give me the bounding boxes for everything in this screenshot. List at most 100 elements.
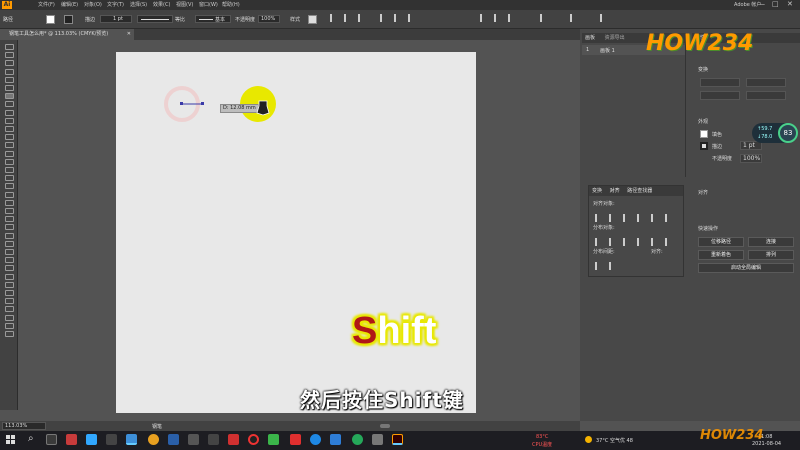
app-icon[interactable] — [352, 434, 363, 445]
tool-button[interactable] — [5, 117, 14, 124]
join-button[interactable]: 连接 — [748, 237, 794, 247]
stroke-swatch[interactable] — [64, 15, 73, 24]
align-icon[interactable] — [344, 14, 353, 22]
fill-color-swatch[interactable] — [700, 130, 708, 138]
align-icon[interactable] — [595, 262, 604, 270]
align-icon[interactable] — [330, 14, 339, 22]
align-icon[interactable] — [665, 214, 674, 222]
brush-definition[interactable]: 基本 — [195, 15, 231, 23]
tool-button[interactable] — [5, 306, 14, 313]
align-icon[interactable] — [651, 238, 660, 246]
align-icon[interactable] — [408, 14, 417, 22]
align-icon[interactable] — [623, 238, 632, 246]
align-icon[interactable] — [665, 238, 674, 246]
stroke-color-swatch[interactable] — [700, 142, 708, 150]
align-icon[interactable] — [595, 214, 604, 222]
tool-button[interactable] — [5, 60, 14, 67]
align-icon[interactable] — [570, 14, 579, 22]
zoom-level-input[interactable]: 113.03% — [2, 422, 46, 430]
tab-transform[interactable]: 变换 — [592, 188, 602, 194]
variable-width-profile[interactable] — [137, 15, 173, 23]
menu-window[interactable]: 窗口(W) — [199, 1, 218, 8]
menu-view[interactable]: 视图(V) — [176, 1, 193, 8]
tab-align[interactable]: 对齐 — [610, 188, 620, 194]
align-icon[interactable] — [651, 214, 660, 222]
wechat-icon[interactable] — [268, 434, 279, 445]
align-icon[interactable] — [394, 14, 403, 22]
tool-button[interactable] — [5, 109, 14, 116]
search-icon[interactable]: ⌕ — [28, 433, 34, 444]
windows-start-icon[interactable] — [6, 435, 16, 445]
fill-swatch[interactable] — [46, 15, 55, 24]
record-icon[interactable] — [248, 434, 259, 445]
tool-button[interactable] — [5, 208, 14, 214]
app-icon[interactable] — [372, 434, 383, 445]
active-app-icon[interactable] — [126, 434, 137, 445]
pen-tool-button[interactable] — [5, 93, 14, 100]
app-icon[interactable] — [168, 434, 179, 445]
tool-button[interactable] — [5, 240, 14, 247]
tool-button[interactable] — [5, 44, 14, 50]
offset-path-button[interactable]: 位移路径 — [698, 237, 744, 247]
menu-file[interactable]: 文件(F) — [38, 1, 55, 8]
tool-button[interactable] — [5, 126, 14, 132]
tool-button[interactable] — [5, 167, 14, 173]
graphic-style-swatch[interactable] — [308, 15, 317, 24]
tool-button[interactable] — [5, 142, 14, 149]
tool-button[interactable] — [5, 265, 14, 272]
align-icon[interactable] — [595, 238, 604, 246]
stroke-weight-input[interactable]: 1 pt — [100, 15, 132, 23]
align-icon[interactable] — [600, 14, 609, 22]
tool-button[interactable] — [5, 183, 14, 190]
align-icon[interactable] — [609, 262, 618, 270]
tab-close-icon[interactable]: ✕ — [127, 29, 131, 40]
tool-button[interactable] — [5, 191, 14, 198]
tab-artboards[interactable]: 画板 — [585, 35, 595, 41]
tool-button[interactable] — [5, 76, 14, 83]
align-icon[interactable] — [358, 14, 367, 22]
w-field[interactable] — [700, 91, 740, 100]
tool-button[interactable] — [5, 331, 14, 337]
edge-icon[interactable] — [310, 434, 321, 445]
menu-select[interactable]: 选择(S) — [130, 1, 147, 8]
menu-edit[interactable]: 编辑(E) — [61, 1, 78, 8]
tool-button[interactable] — [5, 101, 14, 108]
tool-button[interactable] — [5, 290, 14, 296]
minimize-icon[interactable]: — — [758, 0, 765, 8]
tool-button[interactable] — [5, 273, 14, 280]
tool-button[interactable] — [5, 68, 14, 75]
tool-button[interactable] — [5, 249, 14, 255]
h-field[interactable] — [746, 91, 786, 100]
align-icon[interactable] — [609, 238, 618, 246]
app-icon[interactable] — [188, 434, 199, 445]
task-view-icon[interactable] — [46, 434, 57, 445]
x-field[interactable] — [700, 78, 740, 87]
tool-button[interactable] — [5, 216, 14, 223]
tool-button[interactable] — [5, 85, 14, 91]
menu-help[interactable]: 帮助(H) — [222, 1, 240, 8]
y-field[interactable] — [746, 78, 786, 87]
tool-button[interactable] — [5, 199, 14, 206]
close-icon[interactable]: ✕ — [787, 0, 793, 8]
align-icon[interactable] — [637, 214, 646, 222]
app-icon[interactable] — [330, 434, 341, 445]
tool-button[interactable] — [5, 158, 14, 165]
maximize-icon[interactable]: □ — [772, 0, 779, 8]
tool-button[interactable] — [5, 281, 14, 288]
start-global-edit-button[interactable]: 启动全局编辑 — [698, 263, 794, 273]
tool-button[interactable] — [5, 52, 14, 59]
align-icon[interactable] — [609, 214, 618, 222]
tool-button[interactable] — [5, 150, 14, 157]
chrome-icon[interactable] — [148, 434, 159, 445]
tool-button[interactable] — [5, 175, 14, 182]
horizontal-scrollbar[interactable] — [380, 424, 390, 428]
menu-effect[interactable]: 效果(C) — [153, 1, 170, 8]
app-icon[interactable] — [290, 434, 301, 445]
tool-button[interactable] — [5, 134, 14, 141]
align-icon[interactable] — [508, 14, 517, 22]
folder-icon[interactable] — [208, 434, 219, 445]
tool-button[interactable] — [5, 224, 14, 231]
app-icon[interactable] — [66, 434, 77, 445]
align-icon[interactable] — [540, 14, 549, 22]
tool-button[interactable] — [5, 314, 14, 321]
